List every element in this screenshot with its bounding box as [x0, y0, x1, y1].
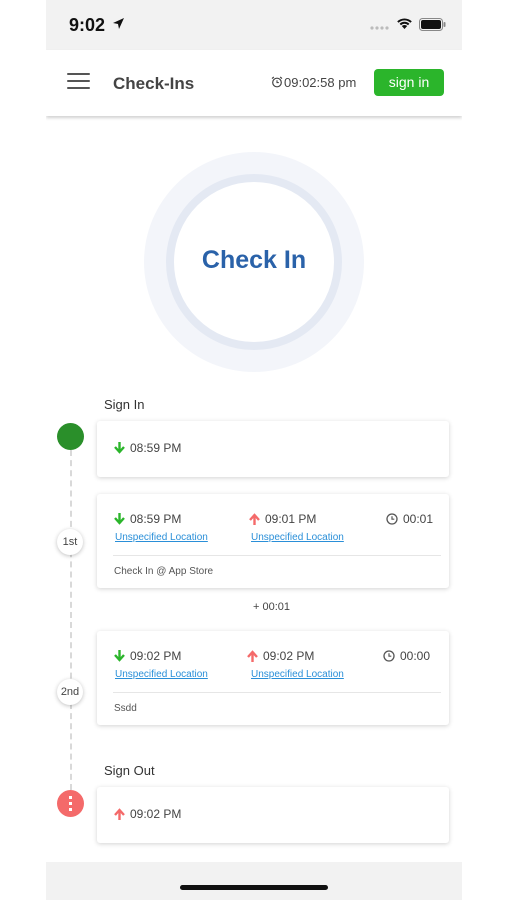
entry-out-time-row: 09:02 PM	[247, 649, 314, 663]
battery-icon	[419, 18, 446, 31]
arrow-down-icon	[114, 650, 125, 662]
current-clock: 09:02:58 pm	[284, 75, 357, 90]
entry-duration: 00:01	[403, 512, 434, 526]
sign-in-dot	[57, 423, 84, 450]
arrow-up-icon	[247, 650, 258, 662]
sign-in-time: 08:59 PM	[130, 441, 182, 455]
entry-out-time: 09:01 PM	[265, 512, 317, 526]
gap-duration: + 00:01	[253, 601, 291, 613]
card-divider	[113, 555, 441, 556]
entry-duration: 00:00	[400, 649, 431, 663]
entry-duration-row: 00:01	[386, 512, 433, 526]
arrow-down-icon	[114, 513, 125, 525]
wifi-icon	[397, 18, 412, 29]
timeline-line	[70, 450, 72, 790]
entry-out-time: 09:02 PM	[263, 649, 315, 663]
status-bar: 9:02	[46, 0, 462, 50]
alarm-clock-icon	[271, 76, 283, 88]
entry-out-time-row: 09:01 PM	[249, 512, 316, 526]
sign-out-dot	[57, 790, 84, 817]
hamburger-menu-icon[interactable]	[67, 73, 90, 91]
entry-in-time: 08:59 PM	[130, 512, 182, 526]
home-indicator[interactable]	[180, 885, 328, 890]
sign-out-card: 09:02 PM	[97, 787, 449, 843]
status-time: 9:02	[69, 15, 106, 35]
sign-in-card: 08:59 PM	[97, 421, 449, 477]
check-in-entry-card: 08:59 PM 09:01 PM 00:01 Unspecified Loca…	[97, 494, 449, 588]
entry-badge-2: 2nd	[57, 679, 83, 705]
sign-out-time: 09:02 PM	[130, 807, 182, 821]
entry-note: Ssdd	[114, 703, 137, 714]
sign-in-button[interactable]: sign in	[374, 69, 444, 96]
arrow-up-icon	[249, 513, 260, 525]
card-divider	[113, 692, 441, 693]
location-arrow-icon	[113, 18, 124, 29]
entry-in-location-link[interactable]: Unspecified Location	[115, 669, 208, 680]
clock-icon	[383, 650, 395, 662]
sign-in-section-label: Sign In	[104, 397, 145, 412]
check-in-entry-card: 09:02 PM 09:02 PM 00:00 Unspecified Loca…	[97, 631, 449, 725]
app-bar: Check-Ins 09:02:58 pm sign in	[46, 50, 462, 116]
sign-out-time-row: 09:02 PM	[114, 807, 181, 821]
page-title: Check-Ins	[113, 74, 195, 93]
sign-in-time-row: 08:59 PM	[114, 441, 181, 455]
entry-duration-row: 00:00	[383, 649, 430, 663]
entry-in-location-link[interactable]: Unspecified Location	[115, 532, 208, 543]
sign-out-section-label: Sign Out	[104, 763, 155, 778]
cellular-dots-icon	[370, 26, 389, 30]
entry-in-time-row: 08:59 PM	[114, 512, 181, 526]
entry-in-time-row: 09:02 PM	[114, 649, 181, 663]
arrow-down-icon	[114, 442, 125, 454]
entry-badge-1: 1st	[57, 529, 83, 555]
check-in-button[interactable]: Check In	[166, 174, 342, 350]
check-in-label: Check In	[201, 246, 307, 274]
arrow-up-icon	[114, 808, 125, 820]
entry-out-location-link[interactable]: Unspecified Location	[251, 532, 344, 543]
home-indicator-area	[46, 862, 462, 900]
phone-screen: 9:02 Check-Ins 09:02:58 pm sign in Check…	[46, 0, 462, 900]
entry-note: Check In @ App Store	[114, 566, 214, 577]
entry-in-time: 09:02 PM	[130, 649, 182, 663]
entry-out-location-link[interactable]: Unspecified Location	[251, 669, 344, 680]
clock-icon	[386, 513, 398, 525]
